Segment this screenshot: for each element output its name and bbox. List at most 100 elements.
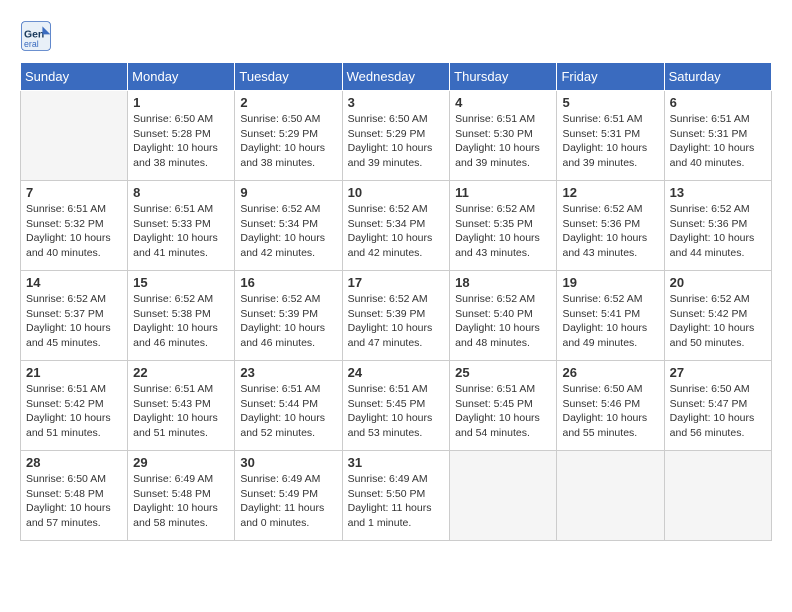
- calendar-cell: 23 Sunrise: 6:51 AMSunset: 5:44 PMDayligh…: [235, 361, 342, 451]
- day-info: Sunrise: 6:51 AMSunset: 5:45 PMDaylight:…: [348, 382, 445, 441]
- calendar-cell: 3Sunrise: 6:50 AMSunset: 5:29 PMDaylight…: [342, 91, 450, 181]
- day-number: 13: [670, 185, 766, 200]
- calendar-cell: [664, 451, 771, 541]
- day-number: 24: [348, 365, 445, 380]
- day-info: Sunrise: 6:50 AMSunset: 5:48 PMDaylight:…: [26, 472, 122, 531]
- day-info: Sunrise: 6:50 AMSunset: 5:28 PMDaylight:…: [133, 112, 229, 171]
- calendar-table: SundayMondayTuesdayWednesdayThursdayFrid…: [20, 62, 772, 541]
- weekday-header: Friday: [557, 63, 664, 91]
- calendar-cell: [557, 451, 664, 541]
- calendar-cell: 31 Sunrise: 6:49 AMSunset: 5:50 PMDayligh…: [342, 451, 450, 541]
- day-number: 19: [562, 275, 658, 290]
- day-info: Sunrise: 6:50 AMSunset: 5:47 PMDaylight:…: [670, 382, 766, 441]
- day-info: Sunrise: 6:51 AMSunset: 5:31 PMDaylight:…: [670, 112, 766, 171]
- calendar-cell: 13 Sunrise: 6:52 AMSunset: 5:36 PMDayligh…: [664, 181, 771, 271]
- day-info: Sunrise: 6:49 AMSunset: 5:48 PMDaylight:…: [133, 472, 229, 531]
- day-info: Sunrise: 6:52 AMSunset: 5:42 PMDaylight:…: [670, 292, 766, 351]
- day-info: Sunrise: 6:52 AMSunset: 5:35 PMDaylight:…: [455, 202, 551, 261]
- day-info: Sunrise: 6:52 AMSunset: 5:39 PMDaylight:…: [240, 292, 336, 351]
- day-info: Sunrise: 6:52 AMSunset: 5:36 PMDaylight:…: [562, 202, 658, 261]
- calendar-cell: 11 Sunrise: 6:52 AMSunset: 5:35 PMDayligh…: [450, 181, 557, 271]
- calendar-cell: 21 Sunrise: 6:51 AMSunset: 5:42 PMDayligh…: [21, 361, 128, 451]
- day-info: Sunrise: 6:51 AMSunset: 5:44 PMDaylight:…: [240, 382, 336, 441]
- day-number: 21: [26, 365, 122, 380]
- day-info: Sunrise: 6:51 AMSunset: 5:45 PMDaylight:…: [455, 382, 551, 441]
- calendar-cell: 30 Sunrise: 6:49 AMSunset: 5:49 PMDayligh…: [235, 451, 342, 541]
- day-number: 2: [240, 95, 336, 110]
- calendar-cell: 6 Sunrise: 6:51 AMSunset: 5:31 PMDaylight…: [664, 91, 771, 181]
- day-number: 7: [26, 185, 122, 200]
- day-info: Sunrise: 6:51 AMSunset: 5:33 PMDaylight:…: [133, 202, 229, 261]
- calendar-cell: 4 Sunrise: 6:51 AMSunset: 5:30 PMDaylight…: [450, 91, 557, 181]
- calendar-cell: 12 Sunrise: 6:52 AMSunset: 5:36 PMDayligh…: [557, 181, 664, 271]
- calendar-cell: 22 Sunrise: 6:51 AMSunset: 5:43 PMDayligh…: [128, 361, 235, 451]
- day-number: 30: [240, 455, 336, 470]
- day-number: 9: [240, 185, 336, 200]
- day-info: Sunrise: 6:52 AMSunset: 5:40 PMDaylight:…: [455, 292, 551, 351]
- calendar-cell: [21, 91, 128, 181]
- day-number: 8: [133, 185, 229, 200]
- day-number: 15: [133, 275, 229, 290]
- day-number: 25: [455, 365, 551, 380]
- calendar-header-row: SundayMondayTuesdayWednesdayThursdayFrid…: [21, 63, 772, 91]
- day-number: 5: [562, 95, 658, 110]
- day-number: 27: [670, 365, 766, 380]
- day-number: 11: [455, 185, 551, 200]
- day-info: Sunrise: 6:52 AMSunset: 5:41 PMDaylight:…: [562, 292, 658, 351]
- day-info: Sunrise: 6:51 AMSunset: 5:31 PMDaylight:…: [562, 112, 658, 171]
- day-number: 26: [562, 365, 658, 380]
- calendar-cell: 8 Sunrise: 6:51 AMSunset: 5:33 PMDaylight…: [128, 181, 235, 271]
- day-info: Sunrise: 6:50 AMSunset: 5:29 PMDaylight:…: [348, 112, 445, 171]
- calendar-cell: [450, 451, 557, 541]
- day-info: Sunrise: 6:52 AMSunset: 5:39 PMDaylight:…: [348, 292, 445, 351]
- calendar-cell: 16 Sunrise: 6:52 AMSunset: 5:39 PMDayligh…: [235, 271, 342, 361]
- day-info: Sunrise: 6:50 AMSunset: 5:46 PMDaylight:…: [562, 382, 658, 441]
- day-info: Sunrise: 6:51 AMSunset: 5:43 PMDaylight:…: [133, 382, 229, 441]
- day-info: Sunrise: 6:51 AMSunset: 5:32 PMDaylight:…: [26, 202, 122, 261]
- day-info: Sunrise: 6:52 AMSunset: 5:37 PMDaylight:…: [26, 292, 122, 351]
- day-info: Sunrise: 6:51 AMSunset: 5:42 PMDaylight:…: [26, 382, 122, 441]
- calendar-cell: 2 Sunrise: 6:50 AMSunset: 5:29 PMDaylight…: [235, 91, 342, 181]
- day-info: Sunrise: 6:51 AMSunset: 5:30 PMDaylight:…: [455, 112, 551, 171]
- calendar-cell: 19 Sunrise: 6:52 AMSunset: 5:41 PMDayligh…: [557, 271, 664, 361]
- calendar-cell: 14 Sunrise: 6:52 AMSunset: 5:37 PMDayligh…: [21, 271, 128, 361]
- weekday-header: Sunday: [21, 63, 128, 91]
- calendar-cell: 26 Sunrise: 6:50 AMSunset: 5:46 PMDayligh…: [557, 361, 664, 451]
- calendar-cell: 10Sunrise: 6:52 AMSunset: 5:34 PMDayligh…: [342, 181, 450, 271]
- day-info: Sunrise: 6:50 AMSunset: 5:29 PMDaylight:…: [240, 112, 336, 171]
- day-info: Sunrise: 6:49 AMSunset: 5:49 PMDaylight:…: [240, 472, 336, 531]
- day-info: Sunrise: 6:49 AMSunset: 5:50 PMDaylight:…: [348, 472, 445, 531]
- logo: Gen eral: [20, 20, 56, 52]
- day-number: 6: [670, 95, 766, 110]
- calendar-cell: 27 Sunrise: 6:50 AMSunset: 5:47 PMDayligh…: [664, 361, 771, 451]
- weekday-header: Monday: [128, 63, 235, 91]
- day-info: Sunrise: 6:52 AMSunset: 5:34 PMDaylight:…: [348, 202, 445, 261]
- calendar-cell: 20 Sunrise: 6:52 AMSunset: 5:42 PMDayligh…: [664, 271, 771, 361]
- day-number: 20: [670, 275, 766, 290]
- calendar-week-row: 21 Sunrise: 6:51 AMSunset: 5:42 PMDayligh…: [21, 361, 772, 451]
- day-number: 28: [26, 455, 122, 470]
- calendar-cell: 1 Sunrise: 6:50 AMSunset: 5:28 PMDaylight…: [128, 91, 235, 181]
- calendar-cell: 5 Sunrise: 6:51 AMSunset: 5:31 PMDaylight…: [557, 91, 664, 181]
- day-number: 31: [348, 455, 445, 470]
- day-number: 12: [562, 185, 658, 200]
- calendar-cell: 24 Sunrise: 6:51 AMSunset: 5:45 PMDayligh…: [342, 361, 450, 451]
- day-number: 14: [26, 275, 122, 290]
- weekday-header: Tuesday: [235, 63, 342, 91]
- day-info: Sunrise: 6:52 AMSunset: 5:34 PMDaylight:…: [240, 202, 336, 261]
- weekday-header: Saturday: [664, 63, 771, 91]
- calendar-week-row: 14 Sunrise: 6:52 AMSunset: 5:37 PMDayligh…: [21, 271, 772, 361]
- calendar-week-row: 7 Sunrise: 6:51 AMSunset: 5:32 PMDaylight…: [21, 181, 772, 271]
- day-number: 23: [240, 365, 336, 380]
- day-info: Sunrise: 6:52 AMSunset: 5:38 PMDaylight:…: [133, 292, 229, 351]
- day-number: 16: [240, 275, 336, 290]
- weekday-header: Thursday: [450, 63, 557, 91]
- day-number: 22: [133, 365, 229, 380]
- day-number: 1: [133, 95, 229, 110]
- day-number: 4: [455, 95, 551, 110]
- calendar-cell: 25 Sunrise: 6:51 AMSunset: 5:45 PMDayligh…: [450, 361, 557, 451]
- svg-text:eral: eral: [24, 39, 39, 49]
- day-info: Sunrise: 6:52 AMSunset: 5:36 PMDaylight:…: [670, 202, 766, 261]
- calendar-cell: 9 Sunrise: 6:52 AMSunset: 5:34 PMDaylight…: [235, 181, 342, 271]
- calendar-cell: 15 Sunrise: 6:52 AMSunset: 5:38 PMDayligh…: [128, 271, 235, 361]
